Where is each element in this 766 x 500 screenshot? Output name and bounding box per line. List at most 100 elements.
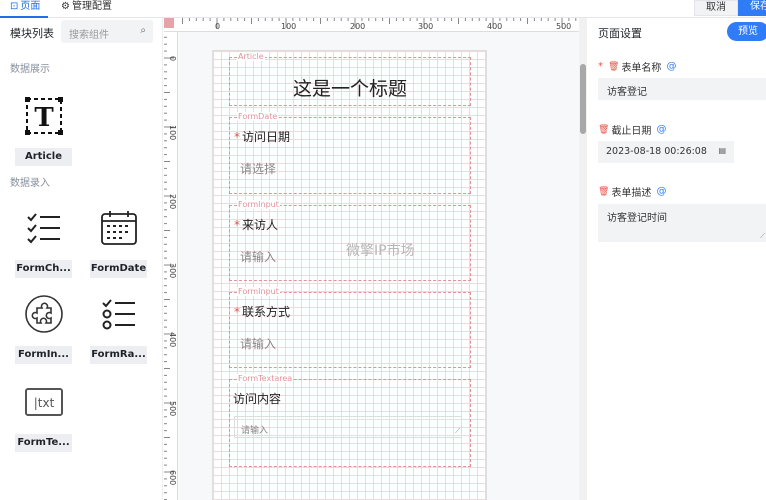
article-title: 这是一个标题 xyxy=(292,78,407,100)
visitor-label: * 来访人 xyxy=(234,216,278,233)
h-tick-200: 200 xyxy=(350,22,366,31)
gear-icon: ⚙ xyxy=(61,1,70,12)
article-tag: Article xyxy=(237,52,265,61)
checklist-icon xyxy=(24,208,64,248)
ruler-corner xyxy=(164,18,174,28)
save-button[interactable]: 保存 xyxy=(738,0,766,16)
deadline-label-text: 截止日期 xyxy=(611,126,652,137)
vertical-ruler: 0 100 200 300 400 500 600 xyxy=(164,32,178,500)
page-settings-panel: 页面设置 预览 * 🗑 表单名称 @ 访客登记 🗑 截止日期 @ 2023-08… xyxy=(588,18,766,500)
contact-placeholder[interactable]: 请输入 xyxy=(240,335,276,352)
calendar-icon[interactable]: ▤ xyxy=(718,146,726,155)
contact-label: * 联系方式 xyxy=(234,303,290,320)
module-list-panel: 模块列表 搜索组件 ⌕ 数据展示 T Article 数据录入 FormCh..… xyxy=(0,18,163,500)
v-tick-100: 100 xyxy=(168,125,177,141)
textarea-icon: |txt xyxy=(24,382,64,422)
component-formcheckbox-label: FormCh... xyxy=(15,260,72,278)
tab-pages[interactable]: ⊡ 页面 xyxy=(0,0,48,18)
deadline-date-picker[interactable]: 2023-08-18 00:26:08 ▤ xyxy=(598,141,734,163)
tab-manage-config[interactable]: ⚙ 管理配置 xyxy=(61,0,112,18)
h-tick-0: 0 xyxy=(215,22,221,31)
module-list-title: 模块列表 xyxy=(10,27,54,40)
visit-date-placeholder[interactable]: 请选择 xyxy=(240,160,276,177)
component-formtextarea-label: FormTe... xyxy=(15,434,72,452)
svg-text:T: T xyxy=(34,103,54,133)
required-mark: * xyxy=(598,61,603,72)
component-formdate-label: FormDate xyxy=(90,260,147,278)
required-mark: * xyxy=(234,218,240,232)
visit-content-label: 访问内容 xyxy=(233,392,282,406)
horizontal-ruler: 0 100 200 300 400 500 xyxy=(164,18,584,32)
top-bar: ⊡ 页面 ⚙ 管理配置 取消 保存 xyxy=(0,0,766,18)
component-formradio-label: FormRa... xyxy=(90,346,147,364)
puzzle-icon xyxy=(24,294,64,334)
component-formcheckbox[interactable]: FormCh... xyxy=(15,208,72,278)
preview-button[interactable]: 预览 xyxy=(727,22,766,41)
required-mark: * xyxy=(234,130,240,144)
component-search-input[interactable]: 搜索组件 ⌕ xyxy=(61,20,153,43)
v-tick-600: 600 xyxy=(168,470,177,486)
group-data-display: 数据展示 xyxy=(10,64,50,75)
formdate-tag: FormDate xyxy=(237,112,279,121)
visit-content-placeholder: 请输入 xyxy=(241,426,269,436)
h-tick-100: 100 xyxy=(281,22,297,31)
tab-pages-label: 页面 xyxy=(20,1,41,12)
visitor-label-text: 来访人 xyxy=(242,218,279,232)
svg-text:|txt: |txt xyxy=(33,396,54,410)
watermark: 微擎IP市场 xyxy=(346,243,415,259)
forminput-visitor-tag: FormInput xyxy=(237,200,280,209)
search-placeholder: 搜索组件 xyxy=(69,30,109,41)
canvas-scroll-thumb[interactable] xyxy=(580,64,586,134)
trash-icon[interactable]: 🗑 xyxy=(598,125,609,135)
form-desc-value: 访客登记时间 xyxy=(607,213,667,224)
trash-icon[interactable]: 🗑 xyxy=(598,187,609,197)
v-tick-200: 200 xyxy=(168,194,177,210)
at-icon[interactable]: @ xyxy=(656,186,666,197)
search-icon[interactable]: ⌕ xyxy=(140,25,146,36)
formtextarea-tag: FormTextarea xyxy=(237,374,294,383)
formdate-block[interactable]: FormDate * 访问日期 请选择 xyxy=(229,112,471,194)
contact-label-text: 联系方式 xyxy=(242,305,291,319)
deadline-value: 2023-08-18 00:26:08 xyxy=(606,146,707,157)
visit-content-textarea[interactable]: 请输入 ⟋ xyxy=(234,416,462,438)
at-icon[interactable]: @ xyxy=(656,124,666,135)
component-forminput[interactable]: FormIn... xyxy=(15,294,72,364)
form-desc-label: 🗑 表单描述 @ xyxy=(598,184,666,199)
component-formtextarea[interactable]: |txt FormTe... xyxy=(15,382,72,452)
v-tick-0: 0 xyxy=(168,56,177,62)
trash-icon[interactable]: 🗑 xyxy=(608,62,619,72)
component-formdate[interactable]: FormDate xyxy=(90,208,147,278)
formtextarea-block[interactable]: FormTextarea 访问内容 请输入 ⟋ xyxy=(229,374,471,467)
horizontal-ruler-ticks xyxy=(182,18,584,28)
visit-date-label-text: 访问日期 xyxy=(242,130,291,144)
h-tick-300: 300 xyxy=(418,22,434,31)
component-formradio[interactable]: FormRa... xyxy=(90,294,147,364)
h-tick-400: 400 xyxy=(487,22,503,31)
resize-handle-icon[interactable]: ⟋ xyxy=(760,232,765,241)
component-forminput-label: FormIn... xyxy=(15,346,72,364)
design-canvas[interactable]: 0 100 200 300 400 500 0 100 200 300 400 … xyxy=(164,18,584,500)
group-data-entry: 数据录入 xyxy=(10,178,50,189)
resize-handle-icon[interactable]: ⟋ xyxy=(455,427,460,436)
v-tick-500: 500 xyxy=(168,401,177,417)
forminput-contact-block[interactable]: FormInput * 联系方式 请输入 xyxy=(229,287,471,368)
visitor-placeholder[interactable]: 请输入 xyxy=(240,248,276,265)
deadline-label: 🗑 截止日期 @ xyxy=(598,122,666,137)
calendar-icon xyxy=(99,208,139,248)
cancel-button[interactable]: 取消 xyxy=(694,0,738,16)
component-article-label: Article xyxy=(15,148,72,166)
at-icon[interactable]: @ xyxy=(666,61,676,72)
form-desc-textarea[interactable]: 访客登记时间 ⟋ xyxy=(598,204,766,242)
component-article[interactable]: T Article xyxy=(15,96,72,166)
article-block[interactable]: Article 这是一个标题 xyxy=(229,52,471,106)
tab-manage-label: 管理配置 xyxy=(71,1,112,12)
page-settings-title: 页面设置 xyxy=(598,27,642,40)
required-mark: * xyxy=(234,305,240,319)
canvas-scrollbar[interactable] xyxy=(579,18,587,500)
page-icon: ⊡ xyxy=(10,1,19,12)
form-name-label-text: 表单名称 xyxy=(621,63,662,74)
visit-date-label: * 访问日期 xyxy=(234,128,290,145)
forminput-contact-tag: FormInput xyxy=(237,287,280,296)
form-name-input[interactable]: 访客登记 xyxy=(598,78,766,100)
form-page: Article 这是一个标题 FormDate * 访问日期 请选择 FormIn… xyxy=(212,50,487,500)
